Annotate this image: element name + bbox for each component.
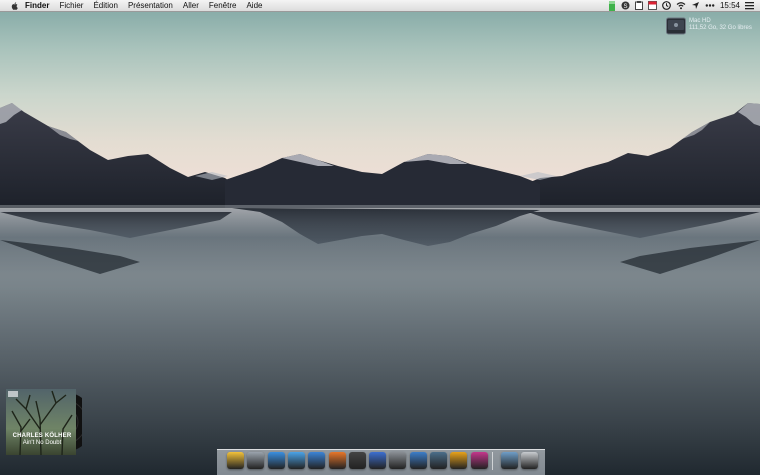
wifi-icon[interactable] [676, 0, 686, 11]
system-preferences-icon[interactable] [389, 452, 406, 469]
clipboard-icon[interactable] [634, 0, 643, 11]
more-icon[interactable] [705, 0, 715, 11]
safari-icon[interactable] [268, 452, 285, 469]
clock-icon[interactable] [662, 0, 671, 11]
apple-menu[interactable] [8, 1, 20, 10]
disk-name: Mac HD [689, 18, 711, 24]
ithings-icon[interactable] [227, 452, 244, 469]
desktop[interactable]: Finder Fichier Édition Présentation Alle… [0, 0, 760, 475]
skype-icon[interactable]: S [621, 0, 630, 11]
calendar-icon[interactable] [647, 0, 657, 11]
facetime-icon[interactable] [349, 452, 366, 469]
launchpad-icon[interactable] [247, 452, 264, 469]
hard-drive-icon[interactable] [666, 17, 686, 35]
menu-fenetre[interactable]: Fenêtre [204, 0, 242, 11]
menu-fichier[interactable]: Fichier [54, 0, 88, 11]
menu-aide[interactable]: Aide [241, 0, 267, 11]
apple-icon [11, 1, 18, 10]
battery-icon[interactable] [608, 0, 616, 11]
wallpaper [0, 103, 760, 475]
downloads-icon[interactable] [501, 452, 518, 469]
trash-icon[interactable] [521, 452, 538, 469]
track-artist: CHARLES KÖLHER [12, 433, 72, 439]
word-icon[interactable] [410, 452, 427, 469]
mail-icon[interactable] [288, 452, 305, 469]
tv-icon[interactable] [430, 452, 447, 469]
now-playing-widget[interactable]: CHARLES KÖLHER Ain't No Doubt [6, 389, 82, 471]
dock-separator [492, 452, 493, 470]
disk-info: 111,52 Go, 32 Go libres [689, 25, 752, 31]
menu-edition[interactable]: Édition [88, 0, 122, 11]
sunflower-icon[interactable] [450, 452, 467, 469]
flower-icon[interactable] [471, 452, 488, 469]
menu-bar: Finder Fichier Édition Présentation Alle… [0, 0, 760, 12]
svg-text:S: S [623, 4, 627, 10]
firefox-icon[interactable] [329, 452, 346, 469]
menu-presentation[interactable]: Présentation [123, 0, 178, 11]
menu-aller[interactable]: Aller [178, 0, 204, 11]
list-icon[interactable] [745, 0, 754, 11]
hard-drive-label: Mac HD 111,52 Go, 32 Go libres [689, 18, 752, 32]
itunes-icon[interactable] [369, 452, 386, 469]
menu-app-finder[interactable]: Finder [20, 0, 54, 11]
track-title: Ain't No Doubt [22, 440, 62, 446]
xcode-icon[interactable] [308, 452, 325, 469]
location-icon[interactable] [691, 0, 700, 11]
menubar-clock[interactable]: 15:54 [720, 0, 740, 11]
